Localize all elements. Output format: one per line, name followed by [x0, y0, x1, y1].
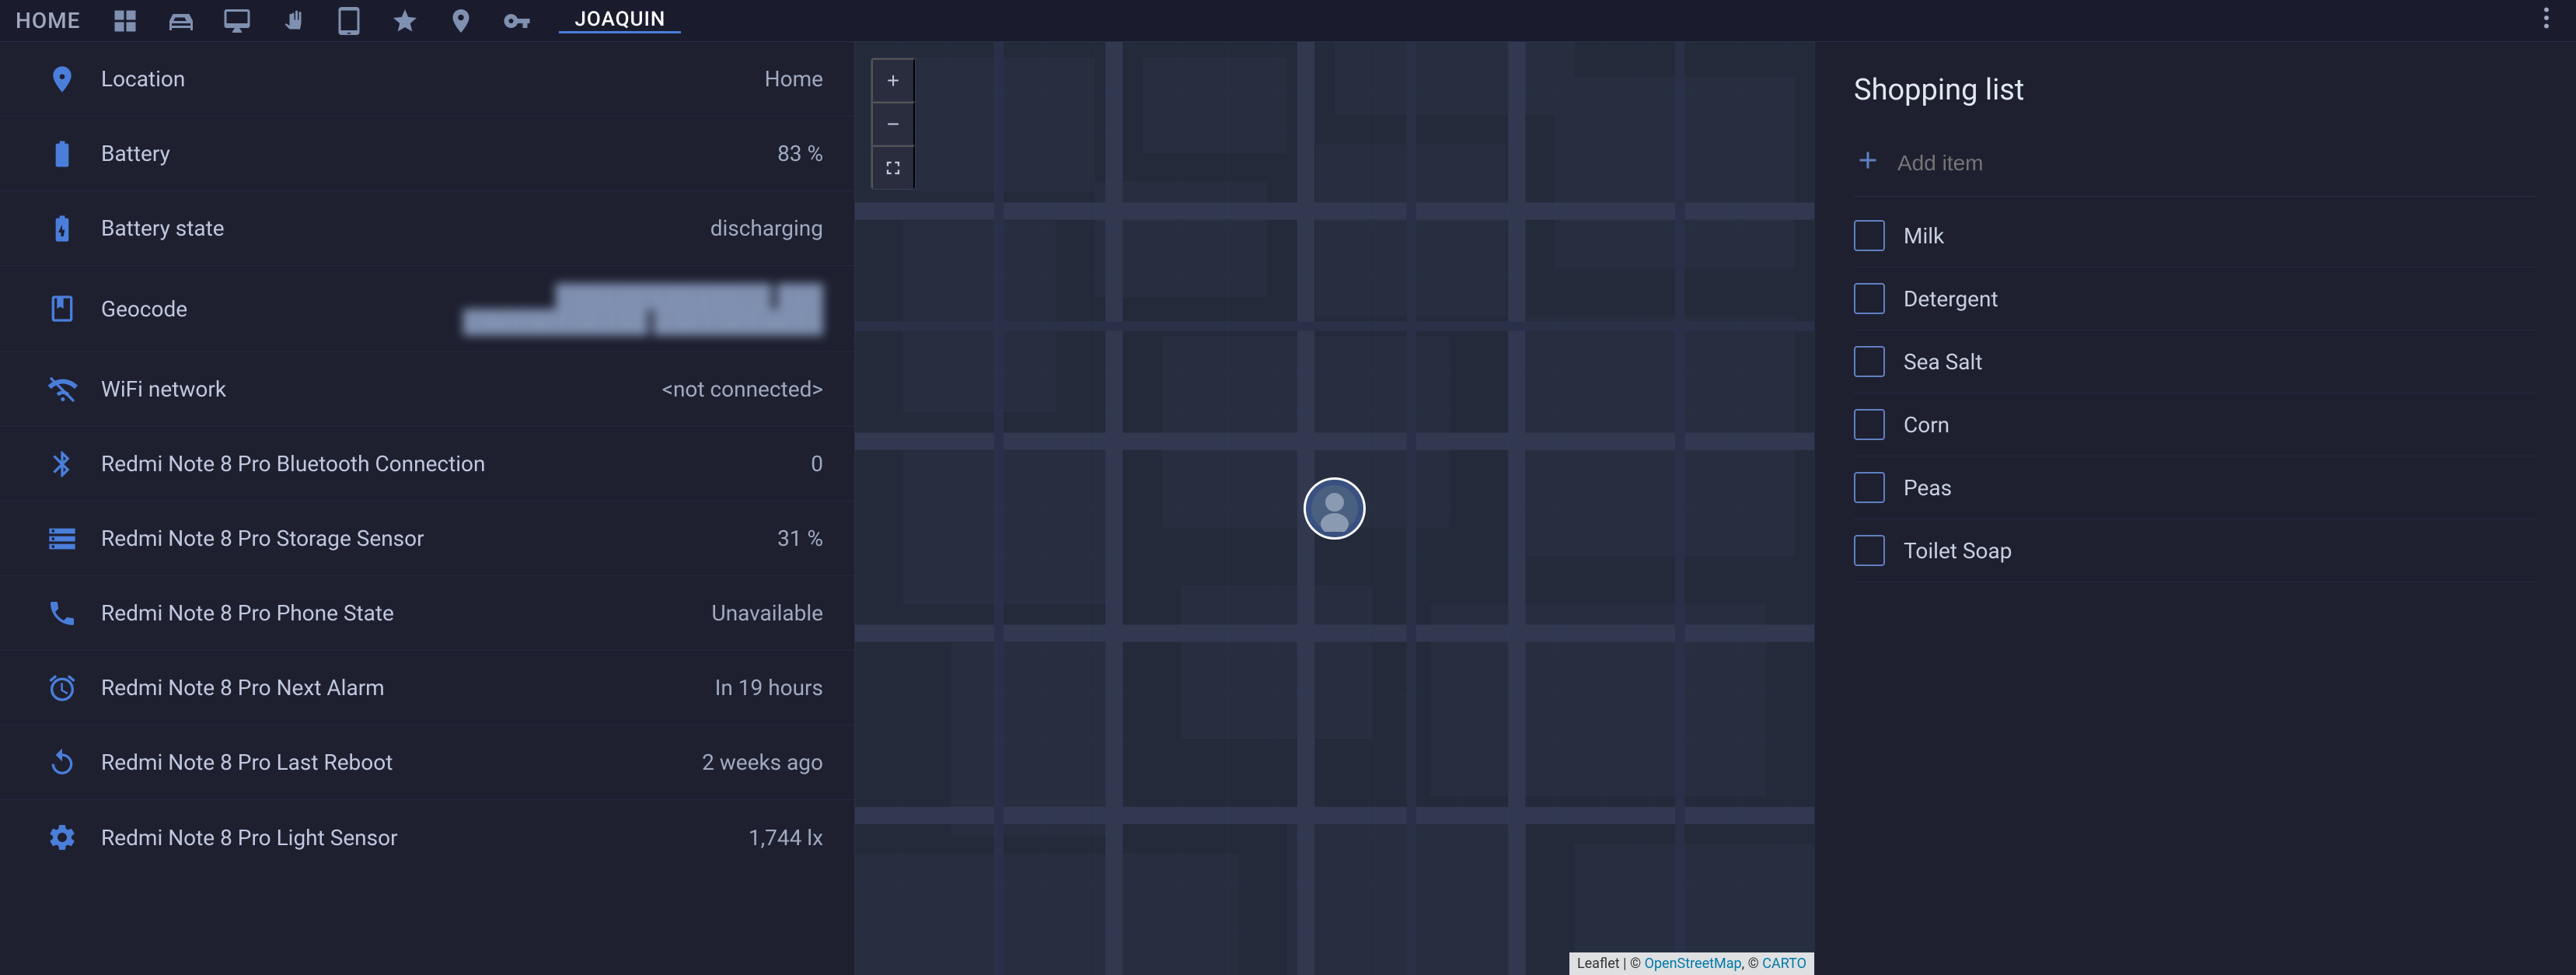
nav-icon-grid[interactable]: [111, 7, 139, 35]
battery-row: Battery 83 %: [0, 117, 854, 191]
wifi-row: WiFi network <not connected>: [0, 352, 854, 427]
shopping-item-checkbox-peas[interactable]: [1854, 472, 1885, 503]
nav-icon-location[interactable]: [447, 7, 475, 35]
nav-active-tab[interactable]: JOAQUIN: [559, 8, 681, 33]
wifi-icon: [31, 374, 93, 405]
map-fullscreen[interactable]: [871, 145, 915, 189]
phone-state-label: Redmi Note 8 Pro Phone State: [93, 600, 712, 626]
bluetooth-value: 0: [811, 451, 823, 477]
map-controls: + −: [871, 58, 916, 190]
battery-value: 83 %: [777, 141, 823, 166]
location-label: Location: [93, 66, 765, 92]
battery-state-label: Battery state: [93, 215, 710, 241]
bluetooth-label: Redmi Note 8 Pro Bluetooth Connection: [93, 451, 811, 477]
reboot-label: Redmi Note 8 Pro Last Reboot: [93, 750, 702, 775]
shopping-item-label-toilet-soap: Toilet Soap: [1904, 538, 2537, 564]
shopping-items-list: Milk Detergent Sea Salt Corn Peas Toilet Soap: [1854, 204, 2537, 582]
shopping-item-checkbox-detergent[interactable]: [1854, 283, 1885, 314]
bluetooth-row: Redmi Note 8 Pro Bluetooth Connection 0: [0, 427, 854, 501]
shopping-item-label-sea-salt: Sea Salt: [1904, 349, 2537, 375]
storage-icon: [31, 523, 93, 554]
attribution-text: Leaflet | ©: [1577, 956, 1645, 972]
main-content: Location Home Battery 83 % Battery state…: [0, 42, 2576, 975]
shopping-item-label-corn: Corn: [1904, 412, 2537, 438]
wifi-value: <not connected>: [662, 376, 823, 402]
phone-state-value: Unavailable: [712, 600, 823, 626]
nav-icon-hand[interactable]: [279, 7, 307, 35]
shopping-item-sea-salt: Sea Salt: [1854, 330, 2537, 393]
reboot-icon: [31, 747, 93, 778]
storage-row: Redmi Note 8 Pro Storage Sensor 31 %: [0, 501, 854, 576]
nav-icon-bed[interactable]: [167, 7, 195, 35]
reboot-row: Redmi Note 8 Pro Last Reboot 2 weeks ago: [0, 725, 854, 800]
shopping-item-label-milk: Milk: [1904, 223, 2537, 249]
alarm-value: In 19 hours: [715, 675, 823, 701]
battery-state-row: Battery state discharging: [0, 191, 854, 266]
geocode-row: Geocode ██████████████ ███ ████████████ …: [0, 266, 854, 352]
light-sensor-label: Redmi Note 8 Pro Light Sensor: [93, 825, 749, 851]
shopping-item-label-detergent: Detergent: [1904, 286, 2537, 312]
shopping-item-checkbox-corn[interactable]: [1854, 409, 1885, 440]
nav-icon-light[interactable]: [391, 7, 419, 35]
add-item-input[interactable]: [1897, 151, 2537, 176]
alarm-row: Redmi Note 8 Pro Next Alarm In 19 hours: [0, 651, 854, 725]
battery-charging-icon: [31, 213, 93, 244]
top-navigation: HOME: [0, 0, 2576, 42]
shopping-item-detergent: Detergent: [1854, 267, 2537, 330]
add-item-row[interactable]: [1854, 131, 2537, 197]
nav-icon-group: JOAQUIN: [111, 7, 2532, 35]
geocode-value: ██████████████ ███ ████████████ ████████…: [435, 283, 823, 334]
light-sensor-value: 1,744 lx: [749, 825, 823, 851]
map-area: + − Leaflet | © OpenStreetMap, © CAR: [855, 42, 1814, 975]
map-zoom-in[interactable]: +: [871, 58, 915, 102]
nav-more-button[interactable]: [2532, 4, 2560, 37]
carto-link[interactable]: CARTO: [1762, 956, 1806, 972]
shopping-item-checkbox-toilet-soap[interactable]: [1854, 535, 1885, 566]
shopping-item-corn: Corn: [1854, 393, 2537, 456]
wifi-label: WiFi network: [93, 376, 662, 402]
location-row: Location Home: [0, 42, 854, 117]
storage-label: Redmi Note 8 Pro Storage Sensor: [93, 526, 777, 551]
nav-icon-key[interactable]: [503, 7, 531, 35]
map-background: + − Leaflet | © OpenStreetMap, © CAR: [855, 42, 1814, 975]
map-attribution: Leaflet | © OpenStreetMap, © CARTO: [1569, 952, 1814, 975]
nav-home-label[interactable]: HOME: [16, 8, 80, 33]
shopping-list-panel: Shopping list Milk Detergent Sea Salt Corn P…: [1814, 42, 2576, 975]
storage-value: 31 %: [777, 526, 823, 551]
nav-icon-tablet[interactable]: [335, 7, 363, 35]
alarm-label: Redmi Note 8 Pro Next Alarm: [93, 675, 715, 701]
phone-state-row: Redmi Note 8 Pro Phone State Unavailable: [0, 576, 854, 651]
location-icon: [31, 64, 93, 95]
nav-icon-monitor[interactable]: [223, 7, 251, 35]
map-zoom-out[interactable]: −: [871, 102, 915, 145]
shopping-item-label-peas: Peas: [1904, 475, 2537, 501]
shopping-item-checkbox-sea-salt[interactable]: [1854, 346, 1885, 377]
openstreetmap-link[interactable]: OpenStreetMap: [1645, 956, 1742, 972]
alarm-icon: [31, 673, 93, 704]
shopping-list-title: Shopping list: [1854, 73, 2537, 107]
phone-icon: [31, 598, 93, 629]
light-sensor-icon: [31, 822, 93, 853]
reboot-value: 2 weeks ago: [702, 750, 823, 775]
shopping-item-peas: Peas: [1854, 456, 2537, 519]
bluetooth-icon: [31, 449, 93, 480]
location-value: Home: [765, 66, 823, 92]
shopping-item-milk: Milk: [1854, 204, 2537, 267]
light-sensor-row: Redmi Note 8 Pro Light Sensor 1,744 lx: [0, 800, 854, 875]
shopping-item-toilet-soap: Toilet Soap: [1854, 519, 2537, 582]
add-item-icon: [1854, 146, 1882, 180]
battery-icon: [31, 138, 93, 169]
map-user-avatar: [1304, 477, 1366, 540]
shopping-item-checkbox-milk[interactable]: [1854, 220, 1885, 251]
battery-state-value: discharging: [710, 215, 823, 241]
geocode-label: Geocode: [93, 296, 435, 322]
device-info-panel: Location Home Battery 83 % Battery state…: [0, 42, 855, 975]
geocode-icon: [31, 293, 93, 324]
battery-label: Battery: [93, 141, 777, 166]
